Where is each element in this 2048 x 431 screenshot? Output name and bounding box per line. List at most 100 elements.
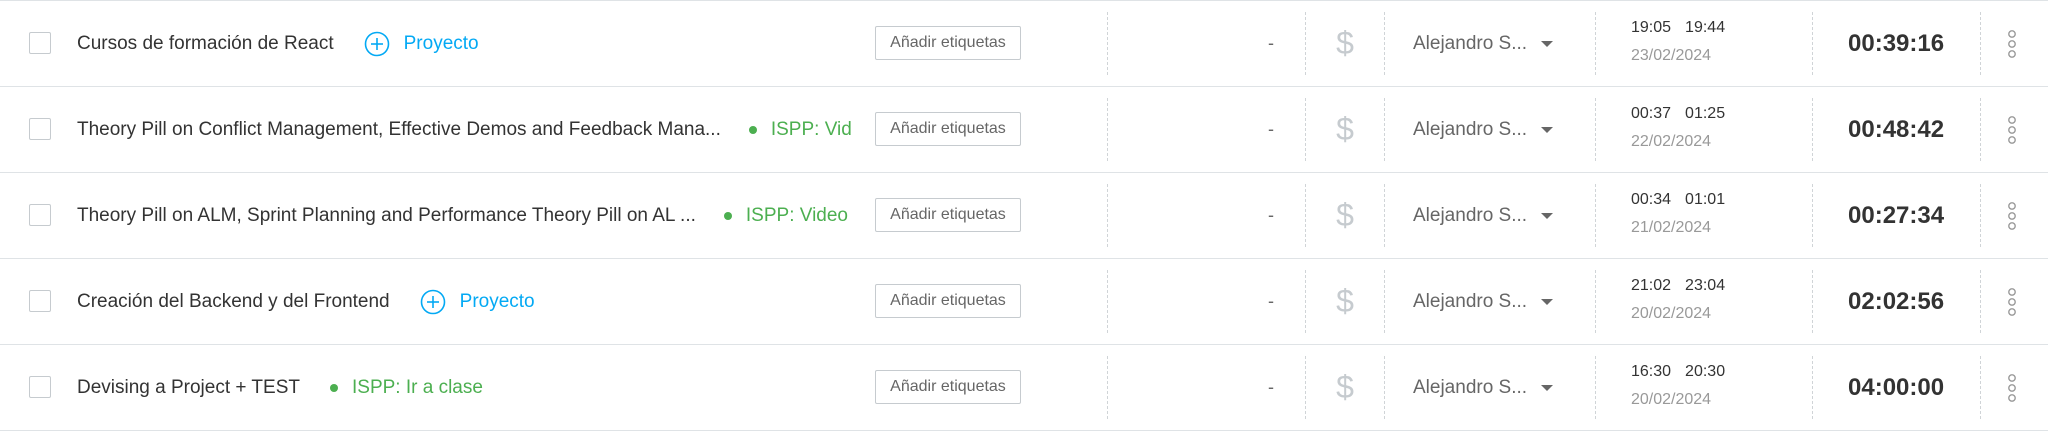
time-range[interactable]: 21:02 23:04 20/02/2024 bbox=[1631, 277, 1751, 323]
column-divider bbox=[1384, 12, 1385, 75]
row-checkbox[interactable] bbox=[29, 32, 51, 54]
row-checkbox[interactable] bbox=[29, 376, 51, 398]
dollar-icon[interactable]: $ bbox=[1330, 345, 1360, 430]
column-divider bbox=[1107, 184, 1108, 247]
entry-date[interactable]: 22/02/2024 bbox=[1631, 133, 1751, 151]
project-label[interactable]: ISPP: Video bbox=[723, 204, 848, 227]
add-tags-button[interactable]: Añadir etiquetas bbox=[875, 112, 1021, 146]
time-range[interactable]: 00:37 01:25 22/02/2024 bbox=[1631, 105, 1751, 151]
project-name: ISPP: Video bbox=[745, 204, 848, 226]
entry-date[interactable]: 20/02/2024 bbox=[1631, 391, 1751, 409]
row-checkbox[interactable] bbox=[29, 118, 51, 140]
add-tags-button[interactable]: Añadir etiquetas bbox=[875, 26, 1021, 60]
row-checkbox[interactable] bbox=[29, 290, 51, 312]
column-divider bbox=[1595, 356, 1596, 419]
user-name: Alejandro S... bbox=[1413, 204, 1528, 226]
start-time[interactable]: 16:30 bbox=[1631, 363, 1671, 380]
column-divider bbox=[1595, 184, 1596, 247]
entry-description[interactable]: Creación del Backend y del Frontend bbox=[77, 291, 390, 313]
dollar-icon[interactable]: $ bbox=[1330, 1, 1360, 86]
time-entry-row: Cursos de formación de React Proyecto Añ… bbox=[0, 1, 2048, 87]
column-divider bbox=[1107, 12, 1108, 75]
add-tags-button[interactable]: Añadir etiquetas bbox=[875, 370, 1021, 404]
description-cell[interactable]: Cursos de formación de React Proyecto bbox=[77, 1, 877, 86]
description-cell[interactable]: Creación del Backend y del Frontend Proy… bbox=[77, 259, 877, 344]
entry-date[interactable]: 21/02/2024 bbox=[1631, 219, 1751, 237]
time-entry-row: Theory Pill on ALM, Sprint Planning and … bbox=[0, 173, 2048, 259]
project-name: ISPP: Vid bbox=[770, 118, 852, 140]
entry-date[interactable]: 20/02/2024 bbox=[1631, 305, 1751, 323]
description-cell[interactable]: Devising a Project + TEST ISPP: Ir a cla… bbox=[77, 345, 877, 430]
caret-down-icon bbox=[1541, 298, 1554, 305]
project-color-dot bbox=[723, 211, 732, 220]
more-options-icon[interactable] bbox=[2003, 259, 2021, 344]
user-dropdown[interactable]: Alejandro S... bbox=[1413, 173, 1554, 258]
time-range[interactable]: 00:34 01:01 21/02/2024 bbox=[1631, 191, 1751, 237]
more-options-icon[interactable] bbox=[2003, 173, 2021, 258]
column-divider bbox=[1812, 356, 1813, 419]
add-project-button[interactable]: Proyecto bbox=[420, 289, 535, 315]
entry-description[interactable]: Devising a Project + TEST bbox=[77, 377, 300, 399]
more-options-icon[interactable] bbox=[2003, 87, 2021, 172]
description-cell[interactable]: Theory Pill on ALM, Sprint Planning and … bbox=[77, 173, 877, 258]
column-divider bbox=[1980, 356, 1981, 419]
column-divider bbox=[1305, 270, 1306, 333]
column-divider bbox=[1384, 356, 1385, 419]
column-divider bbox=[1812, 12, 1813, 75]
column-divider bbox=[1812, 98, 1813, 161]
column-divider bbox=[1107, 356, 1108, 419]
add-project-label: Proyecto bbox=[403, 32, 479, 54]
entry-duration[interactable]: 00:48:42 bbox=[1848, 87, 1998, 172]
dollar-icon[interactable]: $ bbox=[1330, 173, 1360, 258]
user-name: Alejandro S... bbox=[1413, 118, 1528, 140]
entry-duration[interactable]: 00:27:34 bbox=[1848, 173, 1998, 258]
time-entry-list: Cursos de formación de React Proyecto Añ… bbox=[0, 0, 2048, 431]
entry-description[interactable]: Theory Pill on ALM, Sprint Planning and … bbox=[77, 205, 696, 227]
project-label[interactable]: ISPP: Vid bbox=[748, 118, 852, 141]
add-project-button[interactable]: Proyecto bbox=[364, 31, 479, 57]
add-tags-button[interactable]: Añadir etiquetas bbox=[875, 198, 1021, 232]
entry-description[interactable]: Theory Pill on Conflict Management, Effe… bbox=[77, 119, 721, 141]
end-time[interactable]: 20:30 bbox=[1685, 363, 1725, 380]
start-time[interactable]: 21:02 bbox=[1631, 277, 1671, 294]
entry-date[interactable]: 23/02/2024 bbox=[1631, 47, 1751, 65]
dollar-icon[interactable]: $ bbox=[1330, 259, 1360, 344]
entry-duration[interactable]: 02:02:56 bbox=[1848, 259, 1998, 344]
time-range[interactable]: 16:30 20:30 20/02/2024 bbox=[1631, 363, 1751, 409]
start-time[interactable]: 19:05 bbox=[1631, 19, 1671, 36]
entry-duration[interactable]: 00:39:16 bbox=[1848, 1, 1998, 86]
end-time[interactable]: 19:44 bbox=[1685, 19, 1725, 36]
end-time[interactable]: 23:04 bbox=[1685, 277, 1725, 294]
column-divider bbox=[1384, 98, 1385, 161]
more-options-icon[interactable] bbox=[2003, 1, 2021, 86]
user-dropdown[interactable]: Alejandro S... bbox=[1413, 87, 1554, 172]
column-divider bbox=[1384, 270, 1385, 333]
start-time[interactable]: 00:37 bbox=[1631, 105, 1671, 122]
description-cell[interactable]: Theory Pill on Conflict Management, Effe… bbox=[77, 87, 877, 172]
time-entry-row: Devising a Project + TEST ISPP: Ir a cla… bbox=[0, 345, 2048, 431]
user-name: Alejandro S... bbox=[1413, 376, 1528, 398]
start-time[interactable]: 00:34 bbox=[1631, 191, 1671, 208]
end-time[interactable]: 01:01 bbox=[1685, 191, 1725, 208]
project-label[interactable]: ISPP: Ir a clase bbox=[330, 377, 483, 399]
time-range[interactable]: 19:05 19:44 23/02/2024 bbox=[1631, 19, 1751, 65]
caret-down-icon bbox=[1541, 212, 1554, 219]
time-entry-row: Creación del Backend y del Frontend Proy… bbox=[0, 259, 2048, 345]
user-name: Alejandro S... bbox=[1413, 32, 1528, 54]
user-dropdown[interactable]: Alejandro S... bbox=[1413, 345, 1554, 430]
entry-duration[interactable]: 04:00:00 bbox=[1848, 345, 1998, 430]
caret-down-icon bbox=[1541, 384, 1554, 391]
more-options-icon[interactable] bbox=[2003, 345, 2021, 430]
column-divider bbox=[1107, 98, 1108, 161]
row-checkbox[interactable] bbox=[29, 204, 51, 226]
entry-description[interactable]: Cursos de formación de React bbox=[77, 33, 334, 55]
user-dropdown[interactable]: Alejandro S... bbox=[1413, 259, 1554, 344]
project-color-dot bbox=[330, 383, 338, 392]
column-divider bbox=[1595, 98, 1596, 161]
end-time[interactable]: 01:25 bbox=[1685, 105, 1725, 122]
add-project-label: Proyecto bbox=[459, 290, 535, 312]
add-tags-button[interactable]: Añadir etiquetas bbox=[875, 284, 1021, 318]
dollar-icon[interactable]: $ bbox=[1330, 87, 1360, 172]
user-dropdown[interactable]: Alejandro S... bbox=[1413, 1, 1554, 86]
column-divider bbox=[1812, 184, 1813, 247]
